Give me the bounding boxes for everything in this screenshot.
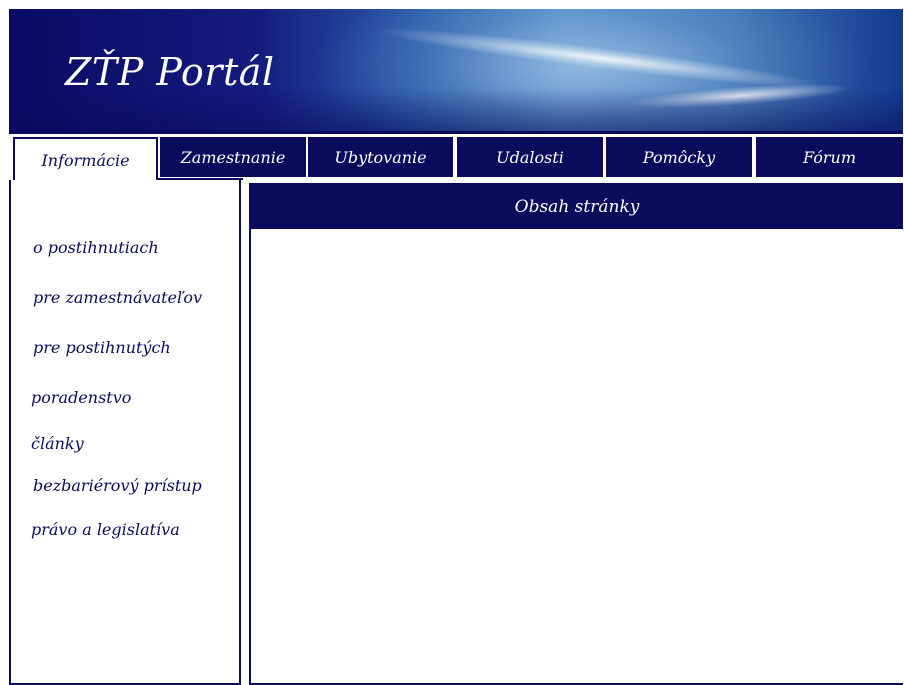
sidebar-link-poradenstvo[interactable]: poradenstvo [31,388,131,407]
sidebar-link-pre-zamestnavatelov[interactable]: pre zamestnávateľov [33,288,202,307]
site-title[interactable]: ZŤP Portál [65,50,275,94]
sidebar-link-bezbarierovy-pristup[interactable]: bezbariérový prístup [33,476,202,495]
tab-ubytovanie[interactable]: Ubytovanie [308,137,453,177]
sidebar-link-pre-postihnutych[interactable]: pre postihnutých [33,338,171,357]
tab-forum[interactable]: Fórum [756,137,903,177]
header-banner: ZŤP Portál [9,9,903,131]
content-panel: Obsah stránky [249,183,903,685]
header-divider [9,131,903,134]
tab-pomocky[interactable]: Pomôcky [606,137,752,177]
sidebar-link-clanky[interactable]: články [31,434,84,453]
content-heading: Obsah stránky [251,185,903,229]
sidebar-top-border [157,178,243,180]
sidebar: o postihnutiach pre zamestnávateľov pre … [9,178,243,685]
tab-zamestnanie[interactable]: Zamestnanie [160,137,306,177]
tab-udalosti[interactable]: Udalosti [457,137,603,177]
tab-informacie[interactable]: Informácie [13,137,158,181]
sidebar-link-o-postihnutiach[interactable]: o postihnutiach [33,238,159,257]
sidebar-link-pravo-a-legislativa[interactable]: právo a legislatíva [31,520,180,539]
